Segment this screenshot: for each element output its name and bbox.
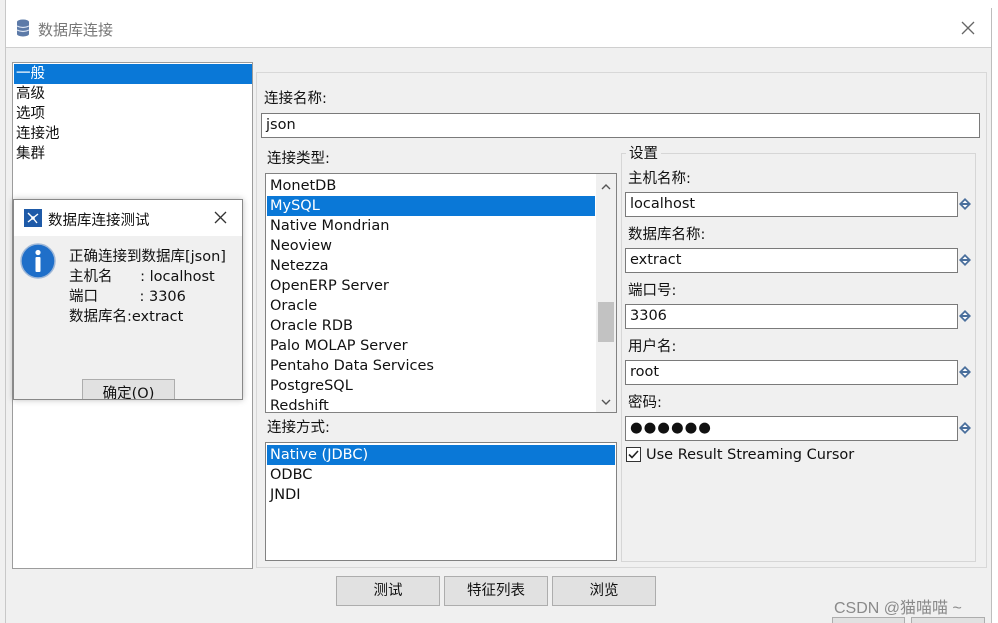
database-icon	[16, 19, 30, 41]
scrollbar-thumb[interactable]	[598, 302, 614, 342]
explore-button[interactable]: 浏览	[552, 576, 656, 606]
list-item[interactable]: Oracle RDB	[267, 316, 595, 336]
dialog-message-line: 主机名 : localhost	[69, 269, 215, 285]
dialog-title-bar: 数据库连接测试	[14, 200, 242, 236]
list-item[interactable]: JNDI	[267, 485, 615, 505]
chevron-up-icon[interactable]	[601, 179, 611, 195]
list-item[interactable]: PostgreSQL	[267, 376, 595, 396]
password-label: 密码:	[628, 395, 662, 411]
password-input[interactable]: ●●●●●●	[625, 416, 958, 441]
dialog-message-line: 正确连接到数据库[json]	[69, 249, 226, 265]
list-item[interactable]: Oracle	[267, 296, 595, 316]
window-title: 数据库连接	[38, 22, 114, 39]
category-options[interactable]: 选项	[14, 104, 252, 124]
checkmark-icon	[628, 450, 639, 459]
list-item[interactable]: Pentaho Data Services	[267, 356, 595, 376]
variable-icon[interactable]	[958, 421, 972, 435]
close-icon[interactable]	[213, 210, 228, 225]
list-item[interactable]: OpenERP Server	[267, 276, 595, 296]
test-button[interactable]: 测试	[336, 576, 440, 606]
category-pooling[interactable]: 连接池	[14, 124, 252, 144]
user-label: 用户名:	[628, 339, 677, 355]
list-item[interactable]: Netezza	[267, 256, 595, 276]
category-general[interactable]: 一般	[14, 64, 252, 84]
connection-type-label: 连接类型:	[267, 151, 330, 167]
dialog-message-line: 端口 : 3306	[69, 289, 186, 305]
category-advanced[interactable]: 高级	[14, 84, 252, 104]
close-icon[interactable]	[960, 20, 976, 36]
streaming-checkbox[interactable]	[626, 447, 641, 462]
chevron-down-icon[interactable]	[601, 394, 611, 410]
list-item[interactable]: Palo MOLAP Server	[267, 336, 595, 356]
window-right-edge	[991, 8, 992, 623]
access-label: 连接方式:	[267, 420, 330, 436]
list-item[interactable]: Native Mondrian	[267, 216, 595, 236]
user-input[interactable]: root	[625, 360, 958, 385]
category-cluster[interactable]: 集群	[14, 144, 252, 164]
dbname-label: 数据库名称:	[628, 227, 706, 243]
list-item[interactable]: MonetDB	[267, 176, 595, 196]
list-item[interactable]: Native (JDBC)	[267, 445, 615, 465]
connection-name-label: 连接名称:	[264, 91, 327, 107]
watermark: CSDN @猫喵喵 ~	[834, 600, 962, 617]
connection-name-input[interactable]: json	[261, 113, 980, 138]
host-input[interactable]: localhost	[625, 192, 958, 217]
list-item[interactable]: Neoview	[267, 236, 595, 256]
access-method-list[interactable]: Native (JDBC) ODBC JNDI	[265, 442, 617, 561]
general-page: 连接名称: json 连接类型: MonetDB MySQL Native Mo…	[256, 72, 987, 568]
title-separator	[6, 47, 992, 48]
variable-icon[interactable]	[958, 309, 972, 323]
variable-icon[interactable]	[958, 253, 972, 267]
variable-icon[interactable]	[958, 197, 972, 211]
info-icon	[20, 243, 56, 283]
list-scrollbar[interactable]	[596, 174, 616, 412]
network-icon	[24, 209, 42, 227]
streaming-label: Use Result Streaming Cursor	[646, 447, 855, 463]
settings-caption: 设置	[626, 145, 661, 163]
ok-button[interactable]: 确定(O)	[82, 379, 175, 399]
connection-type-list[interactable]: MonetDB MySQL Native Mondrian Neoview Ne…	[265, 173, 617, 413]
port-label: 端口号:	[628, 283, 677, 299]
title-bar: 数据库连接	[6, 8, 992, 48]
list-item[interactable]: Redshift	[267, 396, 595, 412]
test-result-dialog: 数据库连接测试 正确连接到数据库[json] 主机名 : localhost 端…	[13, 199, 243, 400]
list-item[interactable]: ODBC	[267, 465, 615, 485]
dbname-input[interactable]: extract	[625, 248, 958, 273]
list-item[interactable]: MySQL	[267, 196, 595, 216]
feature-list-button[interactable]: 特征列表	[444, 576, 548, 606]
port-input[interactable]: 3306	[625, 304, 958, 329]
variable-icon[interactable]	[958, 365, 972, 379]
dialog-message-line: 数据库名:extract	[69, 309, 184, 325]
dialog-title: 数据库连接测试	[48, 213, 150, 229]
host-label: 主机名称:	[628, 171, 691, 187]
